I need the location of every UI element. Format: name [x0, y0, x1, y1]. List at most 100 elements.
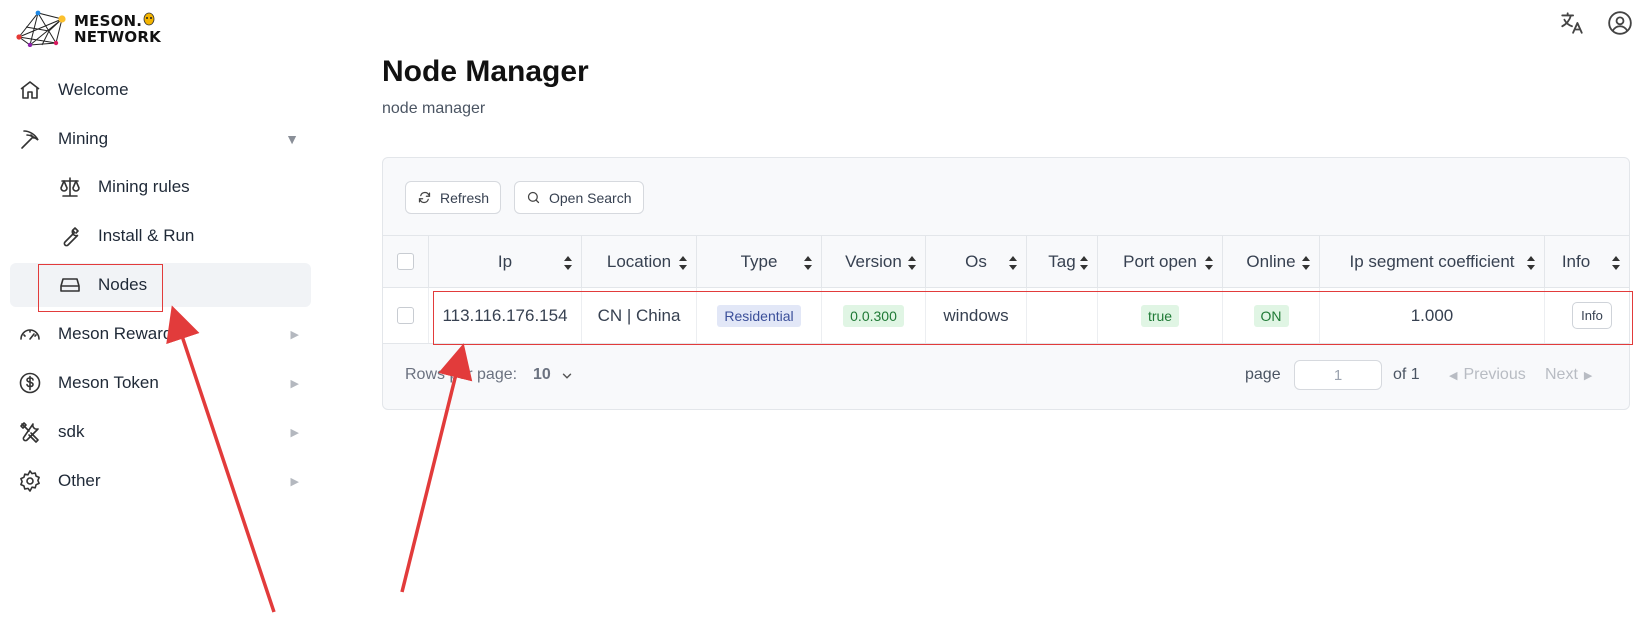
page-label: page: [1245, 366, 1281, 383]
dollar-icon: [19, 372, 41, 394]
column-header-ip-segment-coefficient[interactable]: Ip segment coefficient: [1320, 236, 1545, 287]
chevron-right-icon: ▶: [290, 328, 299, 341]
cell-type: Residential: [697, 288, 822, 343]
gear-icon: [20, 470, 40, 492]
chevron-down-icon[interactable]: [560, 369, 574, 383]
home-icon: [20, 81, 40, 99]
sidebar-item-meson-token[interactable]: Meson Token ▶: [10, 361, 311, 405]
sidebar-item-label: sdk: [58, 422, 85, 441]
select-all-cell: [383, 236, 429, 287]
open-search-label: Open Search: [549, 189, 632, 206]
cell-port-open: true: [1098, 288, 1223, 343]
column-header-tag[interactable]: Tag: [1027, 236, 1098, 287]
sort-icon: [1612, 256, 1620, 270]
sidebar-item-label: Other: [58, 471, 101, 490]
column-header-port-open[interactable]: Port open: [1098, 236, 1223, 287]
chevron-down-icon: ▼: [285, 131, 299, 147]
open-search-button[interactable]: Open Search: [514, 181, 644, 214]
column-header-version[interactable]: Version: [822, 236, 926, 287]
cell-coefficient: 1.000: [1320, 288, 1545, 343]
table-header: Ip Location Type Version Os Tag Port ope…: [383, 235, 1629, 288]
sidebar-item-mining[interactable]: Mining ▼: [10, 117, 311, 161]
refresh-button[interactable]: Refresh: [405, 181, 501, 214]
chevron-right-icon: ▶: [290, 475, 299, 488]
column-label: Location: [606, 251, 672, 271]
previous-label: Previous: [1463, 366, 1526, 383]
column-header-ip[interactable]: Ip: [429, 236, 582, 287]
page-count: of 1: [1393, 366, 1420, 383]
pickaxe-icon: [21, 130, 39, 149]
sidebar-item-label: Welcome: [58, 80, 129, 99]
chevron-right-icon: ▶: [290, 426, 299, 439]
select-all-checkbox[interactable]: [397, 253, 414, 270]
column-label: Ip: [497, 251, 513, 271]
column-header-location[interactable]: Location: [582, 236, 697, 287]
search-icon: [527, 191, 540, 204]
sidebar-item-meson-reward[interactable]: Meson Reward ▶: [10, 312, 311, 356]
column-label: Tag: [1048, 251, 1076, 271]
sidebar-item-label: Mining rules: [98, 177, 190, 196]
tools-icon: [20, 422, 39, 443]
cell-info: Info: [1545, 288, 1629, 343]
sort-icon: [908, 256, 916, 270]
column-label: Os: [965, 251, 987, 271]
refresh-label: Refresh: [440, 189, 490, 206]
translate-icon[interactable]: [1559, 10, 1585, 36]
cell-location: CN | China: [582, 288, 697, 343]
sidebar-item-mining-rules[interactable]: Mining rules: [10, 165, 311, 209]
column-label: Info: [1561, 251, 1591, 271]
cell-ip: 113.116.176.154: [429, 288, 582, 343]
rows-per-page-select[interactable]: 10: [533, 366, 551, 384]
previous-page-button[interactable]: ◀ Previous: [1449, 366, 1526, 384]
sidebar-item-sdk[interactable]: sdk ▶: [10, 410, 311, 454]
user-account-icon[interactable]: [1607, 10, 1633, 36]
column-label: Version: [845, 251, 902, 271]
sidebar-item-label: Meson Token: [58, 373, 159, 392]
meson-network-logo-icon: [16, 10, 66, 47]
column-header-type[interactable]: Type: [697, 236, 822, 287]
sort-icon: [679, 256, 687, 270]
page-subtitle: node manager: [382, 100, 486, 117]
page-title: Node Manager: [382, 55, 589, 88]
next-label: Next: [1545, 366, 1578, 383]
sidebar-item-label: Install & Run: [98, 226, 195, 245]
page-number-input[interactable]: [1294, 360, 1382, 390]
sidebar-item-label: Nodes: [98, 275, 148, 294]
cell-tag: [1027, 288, 1098, 343]
sidebar-item-welcome[interactable]: Welcome: [10, 68, 311, 112]
scale-icon: [60, 177, 80, 197]
sort-icon: [1205, 256, 1213, 270]
column-header-os[interactable]: Os: [926, 236, 1027, 287]
next-page-button[interactable]: Next ▶: [1545, 366, 1592, 384]
sort-icon: [1527, 256, 1535, 270]
sidebar-item-label: Meson Reward: [58, 324, 173, 343]
meson-logo[interactable]: MESON. NETWORK: [16, 8, 166, 48]
chevron-right-icon: ▶: [290, 377, 299, 390]
caret-right-icon: ▶: [1583, 370, 1593, 382]
pagination-bar: Rows per page: 10 page of 1 ◀ Previous Ne…: [383, 344, 1629, 409]
sort-icon: [564, 256, 572, 270]
refresh-icon: [418, 191, 431, 204]
sidebar-item-nodes[interactable]: Nodes: [10, 263, 311, 307]
brand-line-2: NETWORK: [74, 28, 161, 46]
row-checkbox[interactable]: [397, 307, 414, 324]
column-header-online[interactable]: Online: [1223, 236, 1320, 287]
rows-per-page-label: Rows per page:: [405, 366, 518, 383]
type-badge: Residential: [717, 304, 801, 327]
cell-os: windows: [926, 288, 1027, 343]
table-row[interactable]: 113.116.176.154 CN | China Residential 0…: [383, 288, 1629, 344]
column-label: Port open: [1123, 251, 1197, 271]
sort-icon: [804, 256, 812, 270]
mascot-icon: [143, 12, 155, 26]
sidebar-item-other[interactable]: Other ▶: [10, 459, 311, 503]
caret-left-icon: ◀: [1449, 370, 1458, 382]
sidebar-item-install-run[interactable]: Install & Run: [10, 214, 311, 258]
column-label: Ip segment coefficient: [1349, 251, 1515, 271]
column-label: Type: [740, 251, 778, 271]
info-button[interactable]: Info: [1572, 302, 1612, 329]
wrench-icon: [63, 227, 79, 247]
column-header-info[interactable]: Info: [1545, 236, 1629, 287]
cell-version: 0.0.300: [822, 288, 926, 343]
version-badge: 0.0.300: [843, 304, 904, 327]
port-open-badge: true: [1140, 304, 1180, 327]
